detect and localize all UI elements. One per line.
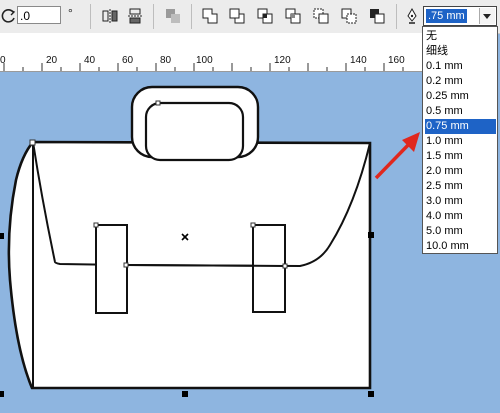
red-arrow-annotation <box>374 132 420 180</box>
dropdown-option-selected[interactable]: 0.75 mm <box>425 119 496 134</box>
bag-strap-right[interactable] <box>252 224 286 313</box>
dropdown-option[interactable]: 3.0 mm <box>425 194 496 209</box>
dropdown-option[interactable]: 2.5 mm <box>425 179 496 194</box>
dropdown-option[interactable]: 10.0 mm <box>425 239 496 254</box>
dropdown-option[interactable]: 4.0 mm <box>425 209 496 224</box>
dropdown-option[interactable]: 1.5 mm <box>425 149 496 164</box>
dropdown-option[interactable]: 0.2 mm <box>425 74 496 89</box>
dropdown-option[interactable]: 2.0 mm <box>425 164 496 179</box>
dropdown-option[interactable]: 0.5 mm <box>425 104 496 119</box>
dropdown-option-none[interactable]: 无 <box>425 29 496 44</box>
dropdown-option[interactable]: 0.1 mm <box>425 59 496 74</box>
dropdown-option[interactable]: 0.25 mm <box>425 89 496 104</box>
outline-width-dropdown[interactable]: 无 细线 0.1 mm 0.2 mm 0.25 mm 0.5 mm 0.75 m… <box>422 26 498 254</box>
dropdown-option[interactable]: 5.0 mm <box>425 224 496 239</box>
dropdown-option[interactable]: 1.0 mm <box>425 134 496 149</box>
bag-strap-left[interactable] <box>95 224 128 314</box>
bag-handle-inner[interactable] <box>144 101 245 162</box>
dropdown-option-hairline[interactable]: 细线 <box>425 44 496 59</box>
